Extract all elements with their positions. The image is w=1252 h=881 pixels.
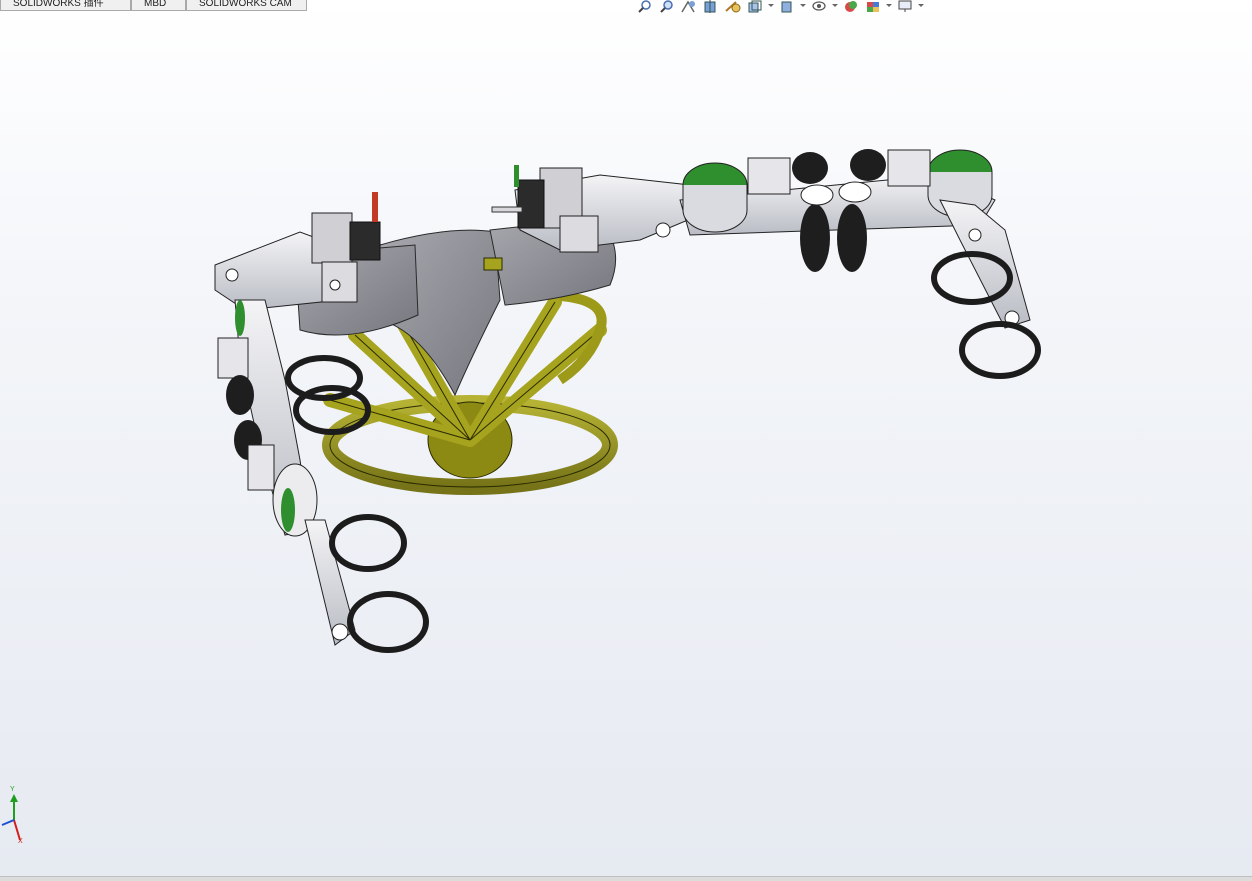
display-style-dropdown-icon[interactable] — [800, 0, 806, 10]
hide-show-dropdown-icon[interactable] — [832, 0, 838, 10]
command-manager-tabs: SOLIDWORKS 插件 MBD SOLIDWORKS CAM — [0, 0, 307, 11]
previous-view-icon[interactable] — [680, 0, 698, 13]
dynamic-annotation-icon[interactable] — [724, 0, 742, 13]
view-settings-icon[interactable] — [896, 0, 914, 13]
view-orientation-icon[interactable] — [746, 0, 764, 13]
exoskeleton-model[interactable] — [214, 149, 1041, 653]
view-settings-dropdown-icon[interactable] — [918, 0, 924, 10]
status-bar-edge — [0, 876, 1252, 881]
section-view-icon[interactable] — [702, 0, 720, 13]
zoom-to-area-icon[interactable] — [658, 0, 676, 13]
apply-scene-icon[interactable] — [864, 0, 882, 13]
view-orientation-dropdown-icon[interactable] — [768, 0, 774, 10]
edit-appearance-icon[interactable] — [842, 0, 860, 13]
zoom-to-fit-icon[interactable] — [636, 0, 654, 13]
tab-solidworks-cam[interactable]: SOLIDWORKS CAM — [186, 0, 307, 11]
triad-x-label: X — [18, 838, 23, 845]
display-style-icon[interactable] — [778, 0, 796, 13]
tab-mbd[interactable]: MBD — [131, 0, 186, 11]
left-hip-actuator — [214, 192, 381, 311]
apply-scene-dropdown-icon[interactable] — [886, 0, 892, 10]
view-triad — [1, 794, 21, 841]
left-leg — [217, 299, 356, 646]
heads-up-view-toolbar — [636, 0, 924, 14]
triad-y-label: Y — [10, 786, 15, 793]
tab-solidworks-addins[interactable]: SOLIDWORKS 插件 — [0, 0, 131, 11]
graphics-viewport[interactable] — [0, 0, 1252, 881]
hide-show-items-icon[interactable] — [810, 0, 828, 13]
